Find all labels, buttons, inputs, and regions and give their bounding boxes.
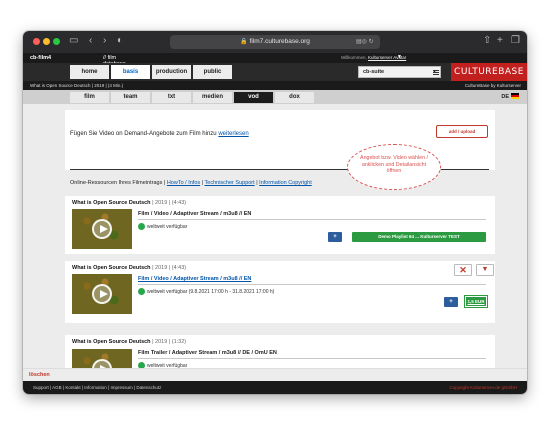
card-subtitle: Film / Video / Adaptiver Stream / m3u8 /… bbox=[138, 211, 252, 217]
card-title: What is Open Source Deutsch | 2019 | (1:… bbox=[72, 339, 187, 345]
content-area: Fügen Sie Video on Demand-Angebote zum F… bbox=[23, 104, 527, 393]
tab-vod[interactable]: vod bbox=[234, 92, 273, 103]
new-tab-icon[interactable]: + bbox=[497, 35, 503, 47]
card-subtitle-link[interactable]: Film / Video / Adaptiver Stream / m3u8 /… bbox=[138, 276, 251, 282]
hint-tooltip: Angebot bzw. Video wählen / anklicken un… bbox=[347, 144, 441, 190]
divider bbox=[138, 284, 486, 285]
browser-window: ▭ ‹ › ◐ 🔒 film7.culturebase.org ▤◎ ↻ ⇧ + … bbox=[23, 31, 527, 394]
share-icon[interactable]: ⇧ bbox=[483, 35, 491, 47]
expand-icon[interactable]: ▼ bbox=[476, 264, 494, 276]
menu-icon[interactable] bbox=[433, 69, 439, 75]
howto-link[interactable]: HowTo / Infos bbox=[167, 180, 200, 186]
suite-select[interactable]: cb-suite▼ bbox=[358, 66, 441, 78]
nav-basis[interactable]: basis bbox=[111, 65, 150, 79]
status-dot-icon bbox=[138, 288, 145, 295]
add-button[interactable]: + bbox=[444, 297, 458, 307]
minimize-window-button[interactable] bbox=[43, 38, 50, 45]
footer-links[interactable]: Support | AGB | Kontakt | Information | … bbox=[33, 381, 161, 394]
bottom-actions: löschen bbox=[23, 368, 527, 381]
availability: weltweit verfügbar bbox=[138, 223, 187, 230]
german-flag-icon bbox=[511, 93, 519, 99]
copyright-text: Copyright Kulturserver.de gGmbH bbox=[449, 385, 517, 390]
film-info: What is Open Source Deutsch | 2019 | (4 … bbox=[30, 83, 124, 88]
add-upload-button[interactable]: add / upload bbox=[436, 125, 488, 138]
tab-txt[interactable]: txt bbox=[152, 92, 191, 103]
divider bbox=[138, 219, 486, 220]
divider bbox=[138, 358, 486, 359]
play-icon bbox=[92, 219, 112, 239]
shield-icon[interactable]: ◐ bbox=[117, 35, 123, 47]
main-nav: home basis production public cb-suite▼ C… bbox=[23, 63, 527, 81]
back-icon[interactable]: ‹ bbox=[89, 35, 92, 47]
resources-line: Online-Ressourcen Ihres Filmeintrags | H… bbox=[70, 180, 312, 186]
url-text: film7.culturebase.org bbox=[249, 38, 310, 45]
add-button[interactable]: + bbox=[328, 232, 342, 242]
nav-home[interactable]: home bbox=[70, 65, 109, 79]
tabs-icon[interactable]: ❐ bbox=[511, 35, 520, 47]
language-switch[interactable]: DE bbox=[501, 93, 519, 100]
sidebar-icon[interactable]: ▭ bbox=[69, 35, 78, 47]
forward-icon[interactable]: › bbox=[103, 35, 106, 47]
delete-link[interactable]: löschen bbox=[29, 372, 50, 378]
browser-toolbar: ▭ ‹ › ◐ 🔒 film7.culturebase.org ▤◎ ↻ ⇧ + … bbox=[23, 31, 527, 53]
tab-medien[interactable]: medien bbox=[193, 92, 232, 103]
tab-dox[interactable]: dox bbox=[275, 92, 314, 103]
sub-nav: film team txt medien vod dox DE bbox=[23, 90, 527, 104]
video-thumbnail[interactable] bbox=[72, 209, 132, 249]
reader-icon[interactable]: ▤◎ ↻ bbox=[356, 38, 374, 45]
footer: Support | AGB | Kontakt | Information | … bbox=[23, 381, 527, 394]
add-description: Fügen Sie Video on Demand-Angebote zum F… bbox=[70, 131, 249, 137]
card-title: What is Open Source Deutsch | 2019 | (4:… bbox=[72, 265, 187, 271]
vod-card[interactable]: What is Open Source Deutsch | 2019 | (4:… bbox=[65, 196, 495, 254]
tab-team[interactable]: team bbox=[111, 92, 150, 103]
culturebase-credit: CultureBase by Kulturserver bbox=[464, 83, 521, 88]
support-link[interactable]: Technischer Support bbox=[205, 180, 255, 186]
availability: weltweit verfügbar (9.8.2021 17:00 h - 3… bbox=[138, 288, 274, 295]
video-thumbnail[interactable] bbox=[72, 274, 132, 314]
card-subtitle: Film Trailer / Adaptiver Stream / m3u8 /… bbox=[138, 350, 277, 356]
read-more-link[interactable]: weiterlesen bbox=[218, 131, 248, 137]
tab-film[interactable]: film bbox=[70, 92, 109, 103]
nav-public[interactable]: public bbox=[193, 65, 232, 79]
playlist-button[interactable]: Demo Playlist 64 ... Kulturserver TEST bbox=[352, 232, 486, 242]
zoom-window-button[interactable] bbox=[53, 38, 60, 45]
price-button[interactable]: 1,5 EUR bbox=[464, 295, 488, 308]
status-dot-icon bbox=[138, 223, 145, 230]
nav-production[interactable]: production bbox=[152, 65, 191, 79]
site-topbar: cb-film4 // film database Willkommen, Ku… bbox=[23, 53, 527, 67]
lock-icon: 🔒 bbox=[240, 39, 248, 45]
card-title: What is Open Source Deutsch | 2019 | (4:… bbox=[72, 200, 187, 206]
vod-card[interactable]: What is Open Source Deutsch | 2019 | (4:… bbox=[65, 261, 495, 323]
copyright-link[interactable]: Information Copyright bbox=[259, 180, 312, 186]
brand: cb-film4 // film database bbox=[30, 54, 126, 67]
user-dropdown-icon[interactable]: ▼ bbox=[397, 54, 402, 60]
film-info-bar: What is Open Source Deutsch | 2019 | (4 … bbox=[23, 81, 527, 90]
play-icon bbox=[92, 284, 112, 304]
delete-icon[interactable]: ✕ bbox=[454, 264, 472, 276]
close-window-button[interactable] bbox=[33, 38, 40, 45]
culturebase-logo: CULTUREBASE bbox=[451, 63, 527, 81]
address-bar[interactable]: 🔒 film7.culturebase.org bbox=[170, 35, 380, 49]
